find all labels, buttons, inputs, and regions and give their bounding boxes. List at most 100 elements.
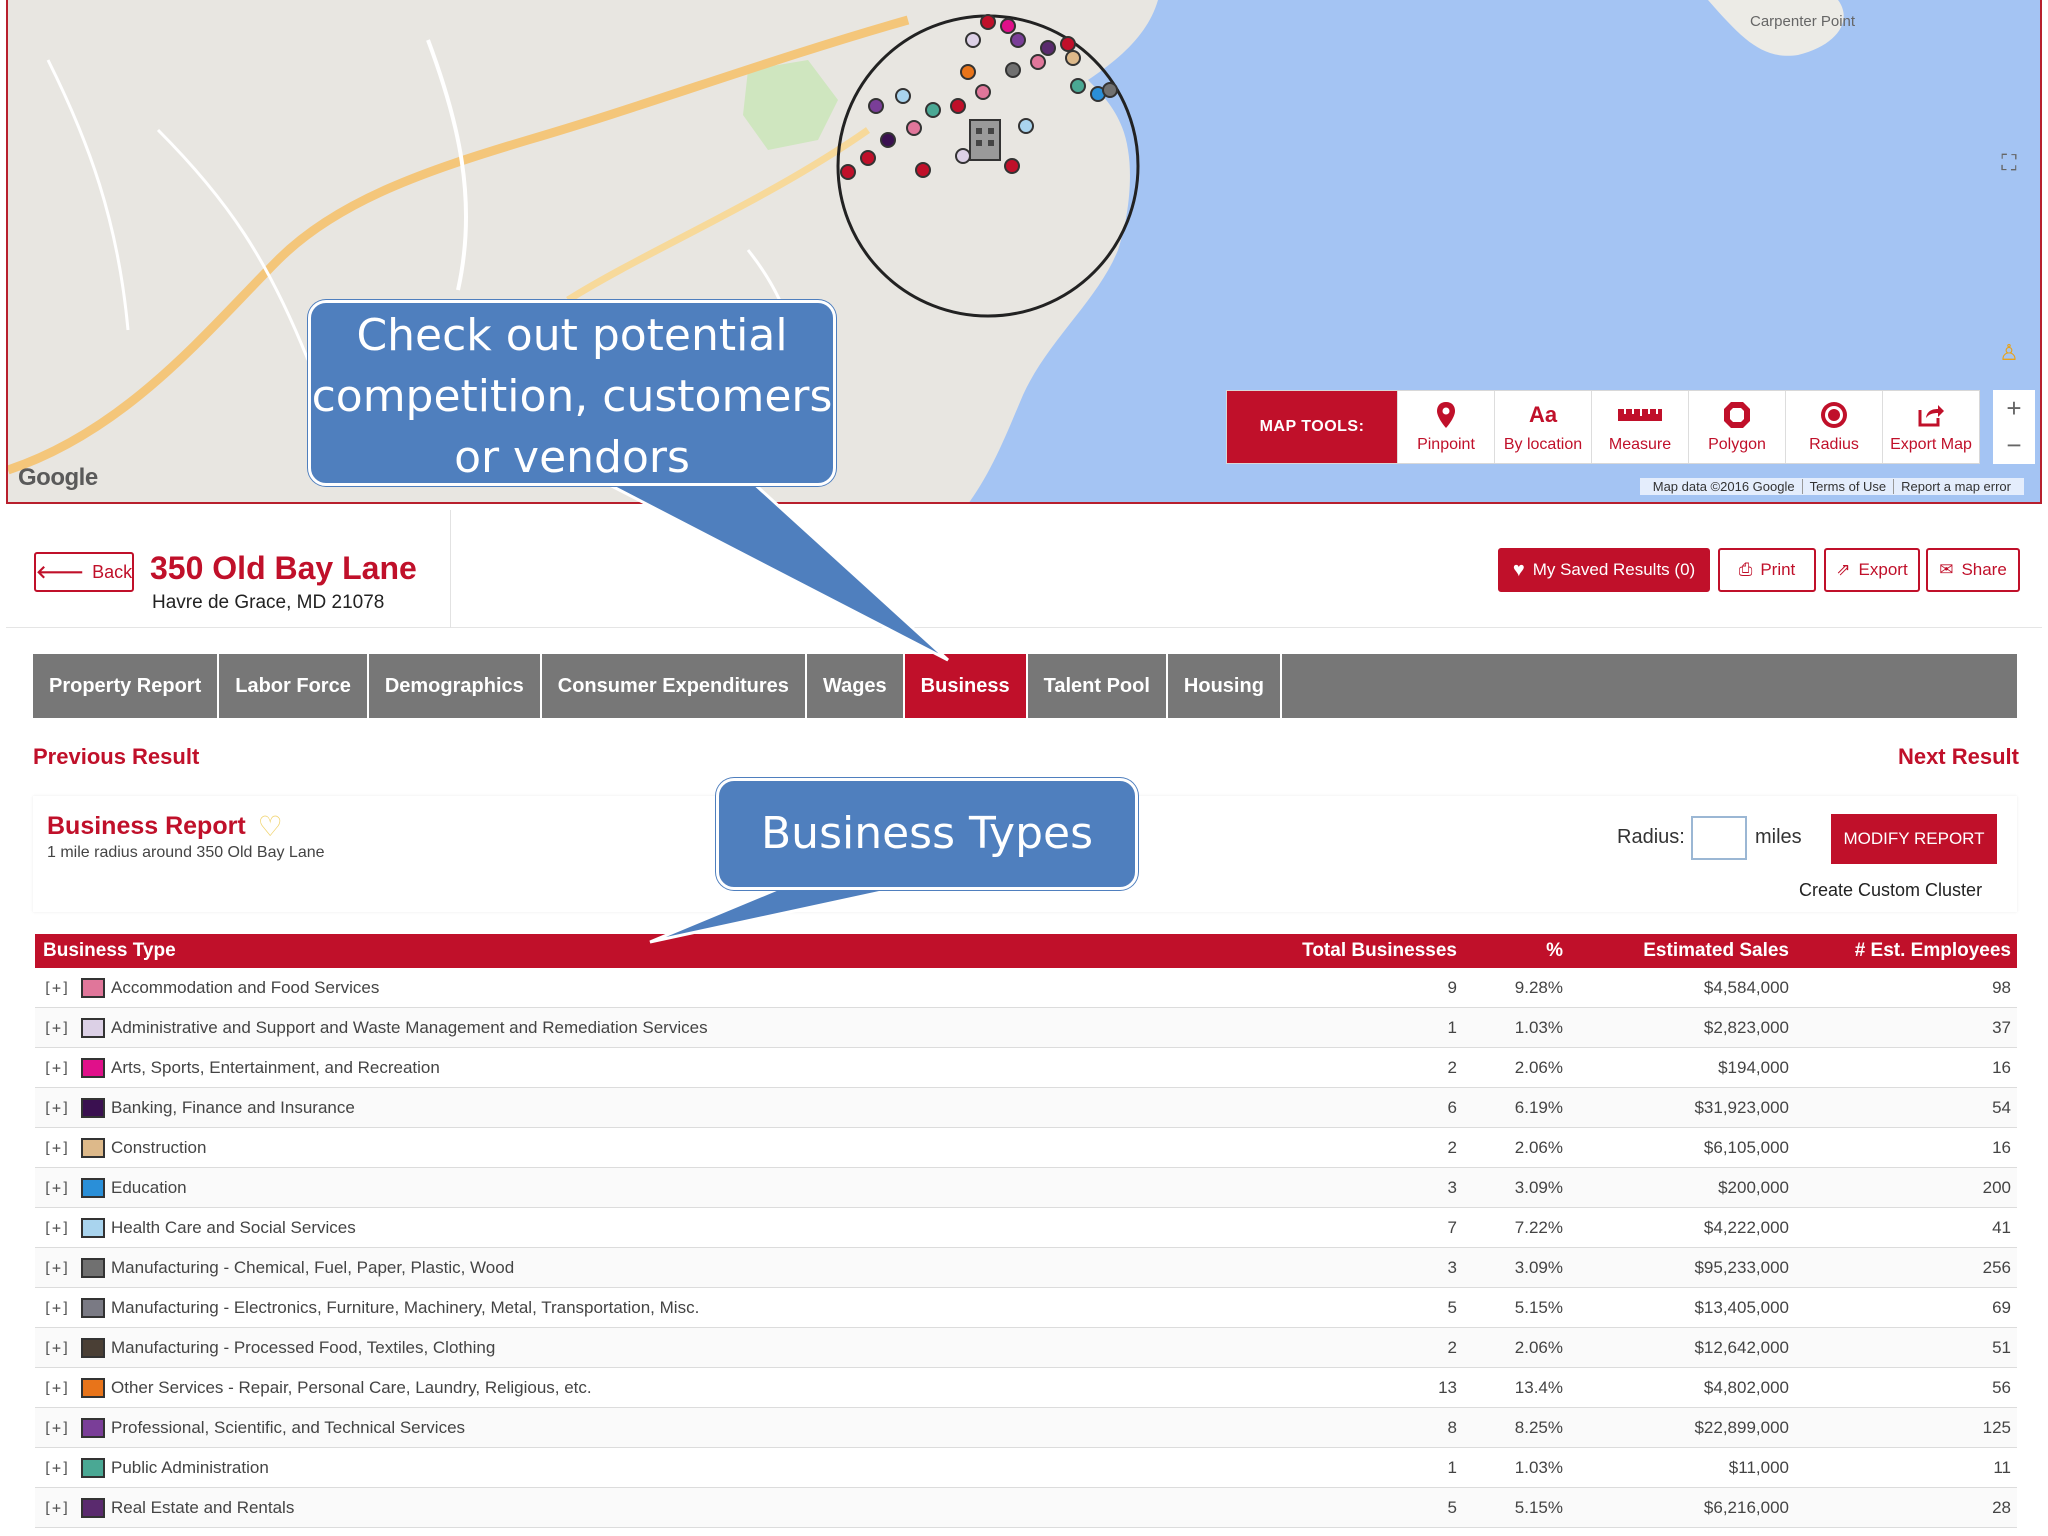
table-row[interactable]: [+] Manufacturing - Chemical, Fuel, Paper… — [35, 1248, 2017, 1288]
expand-row-button[interactable]: [+] — [43, 1379, 75, 1397]
tab-talent-pool[interactable]: Talent Pool — [1028, 654, 1168, 718]
header-estimated-sales[interactable]: Estimated Sales — [1573, 940, 1799, 962]
business-type-label: Arts, Sports, Entertainment, and Recreat… — [111, 1057, 440, 1077]
terms-of-use-link[interactable]: Terms of Use — [1802, 479, 1895, 494]
est-employees-cell: 37 — [1992, 1017, 2011, 1037]
expand-row-button[interactable]: [+] — [43, 1019, 75, 1037]
category-color-swatch — [81, 1097, 105, 1118]
estimated-sales-cell: $6,105,000 — [1703, 1137, 1789, 1157]
next-result-link[interactable]: Next Result — [1898, 744, 2019, 770]
zoom-out-button[interactable]: − — [2006, 430, 2021, 461]
percent-cell: 5.15% — [1514, 1297, 1563, 1317]
tab-housing[interactable]: Housing — [1168, 654, 1282, 718]
expand-row-button[interactable]: [+] — [43, 1139, 75, 1157]
expand-row-button[interactable]: [+] — [43, 1259, 75, 1277]
expand-row-button[interactable]: [+] — [43, 1219, 75, 1237]
expand-row-button[interactable]: [+] — [43, 1339, 75, 1357]
est-employees-cell: 69 — [1992, 1297, 2011, 1317]
polygon-tool-button[interactable]: Polygon — [1688, 391, 1785, 463]
expand-row-button[interactable]: [+] — [43, 1299, 75, 1317]
estimated-sales-cell: $31,923,000 — [1694, 1097, 1789, 1117]
print-label: Print — [1760, 560, 1796, 579]
expand-row-button[interactable]: [+] — [43, 1499, 75, 1517]
create-custom-cluster-link[interactable]: Create Custom Cluster — [1799, 880, 1982, 901]
header-percent[interactable]: % — [1463, 940, 1573, 962]
modify-report-button[interactable]: MODIFY REPORT — [1831, 814, 1997, 864]
miles-label: miles — [1755, 826, 1802, 848]
expand-row-button[interactable]: [+] — [43, 1059, 75, 1077]
estimated-sales-cell: $4,584,000 — [1703, 977, 1789, 997]
table-row[interactable]: [+] Arts, Sports, Entertainment, and Recr… — [35, 1048, 2017, 1088]
business-type-cell: [+] Real Estate and Rentals — [35, 1497, 1185, 1518]
est-employees-cell: 41 — [1992, 1217, 2011, 1237]
business-type-cell: [+] Construction — [35, 1137, 1185, 1158]
est-employees-cell: 125 — [1982, 1417, 2011, 1437]
header-total-businesses[interactable]: Total Businesses — [1185, 940, 1463, 962]
expand-row-button[interactable]: [+] — [43, 1419, 75, 1437]
radius-label: Radius: — [1617, 826, 1685, 848]
tab-labor-force[interactable]: Labor Force — [219, 654, 369, 718]
back-button[interactable]: 🡐 Back — [34, 552, 134, 592]
share-label: Share — [1961, 560, 2007, 579]
expand-row-button[interactable]: [+] — [43, 1099, 75, 1117]
radius-tool-button[interactable]: Radius — [1785, 391, 1882, 463]
fullscreen-icon[interactable]: ⛶ — [1994, 148, 2024, 178]
business-type-cell: [+] Arts, Sports, Entertainment, and Recr… — [35, 1057, 1185, 1078]
export-map-tool-button[interactable]: Export Map — [1882, 391, 1979, 463]
table-row[interactable]: [+] Construction 2 2.06% $6,105,000 16 — [35, 1128, 2017, 1168]
total-businesses-cell: 7 — [1447, 1217, 1457, 1237]
map-attribution: Map data ©2016 Google Terms of Use Report … — [1639, 478, 2024, 495]
table-row[interactable]: [+] Public Administration 1 1.03% $11,000 11 — [35, 1448, 2017, 1488]
table-row[interactable]: [+] Real Estate and Rentals 5 5.15% $6,216,0… — [35, 1488, 2017, 1528]
tab-property-report[interactable]: Property Report — [33, 654, 220, 718]
report-map-error-link[interactable]: Report a map error — [1894, 479, 2018, 494]
total-businesses-cell: 5 — [1447, 1497, 1457, 1517]
property-marker — [969, 119, 1001, 161]
table-row[interactable]: [+] Health Care and Social Services 7 7.22%… — [35, 1208, 2017, 1248]
tab-business[interactable]: Business — [904, 654, 1028, 718]
expand-row-button[interactable]: [+] — [43, 1179, 75, 1197]
google-logo: Google — [18, 464, 98, 491]
estimated-sales-cell: $22,899,000 — [1694, 1417, 1789, 1437]
business-type-label: Public Administration — [111, 1457, 269, 1477]
total-businesses-cell: 2 — [1447, 1137, 1457, 1157]
table-row[interactable]: [+] Professional, Scientific, and Technic… — [35, 1408, 2017, 1448]
percent-cell: 1.03% — [1514, 1017, 1563, 1037]
expand-row-button[interactable]: [+] — [43, 979, 75, 997]
table-row[interactable]: [+] Manufacturing - Processed Food, Texti… — [35, 1328, 2017, 1368]
tab-demographics[interactable]: Demographics — [369, 654, 542, 718]
print-button[interactable]: ⎙ Print — [1718, 548, 1816, 592]
street-view-pegman-icon[interactable]: ♙ — [1994, 338, 2024, 368]
table-row[interactable]: [+] Administrative and Support and Waste … — [35, 1008, 2017, 1048]
previous-result-link[interactable]: Previous Result — [33, 744, 199, 770]
heart-outline-icon[interactable]: ♡ — [258, 810, 283, 843]
export-button[interactable]: ⇗ Export — [1824, 548, 1920, 592]
zoom-in-button[interactable]: + — [2006, 393, 2021, 424]
radius-circle — [836, 14, 1140, 318]
table-row[interactable]: [+] Other Services - Repair, Personal Car… — [35, 1368, 2017, 1408]
export-icon: ⇗ — [1836, 560, 1851, 579]
tab-consumer-expenditures[interactable]: Consumer Expenditures — [542, 654, 807, 718]
table-row[interactable]: [+] Manufacturing - Electronics, Furnitur… — [35, 1288, 2017, 1328]
category-color-swatch — [81, 1057, 105, 1078]
radius-input[interactable] — [1691, 816, 1747, 860]
table-row[interactable]: [+] Accommodation and Food Services 9 9.28%… — [35, 968, 2017, 1008]
map-tools-bar: MAP TOOLS: Pinpoint Aa By location Measu… — [1226, 390, 1980, 464]
share-button[interactable]: ✉ Share — [1926, 548, 2020, 592]
table-row[interactable]: [+] Banking, Finance and Insurance 6 6.19% $… — [35, 1088, 2017, 1128]
business-type-label: Construction — [111, 1137, 207, 1157]
business-type-cell: [+] Other Services - Repair, Personal Car… — [35, 1377, 1185, 1398]
measure-tool-button[interactable]: Measure — [1591, 391, 1688, 463]
tab-wages[interactable]: Wages — [807, 654, 905, 718]
header-est-employees[interactable]: # Est. Employees — [1799, 940, 2017, 962]
pinpoint-tool-button[interactable]: Pinpoint — [1397, 391, 1494, 463]
business-type-cell: [+] Accommodation and Food Services — [35, 977, 1185, 998]
header-business-type[interactable]: Business Type — [35, 940, 1185, 962]
table-row[interactable]: [+] Education 3 3.09% $200,000 200 — [35, 1168, 2017, 1208]
expand-row-button[interactable]: [+] — [43, 1459, 75, 1477]
by-location-tool-button[interactable]: Aa By location — [1494, 391, 1591, 463]
percent-cell: 7.22% — [1514, 1217, 1563, 1237]
estimated-sales-cell: $194,000 — [1718, 1057, 1789, 1077]
business-type-cell: [+] Manufacturing - Chemical, Fuel, Paper… — [35, 1257, 1185, 1278]
saved-results-button[interactable]: ♥ My Saved Results (0) — [1498, 548, 1710, 592]
